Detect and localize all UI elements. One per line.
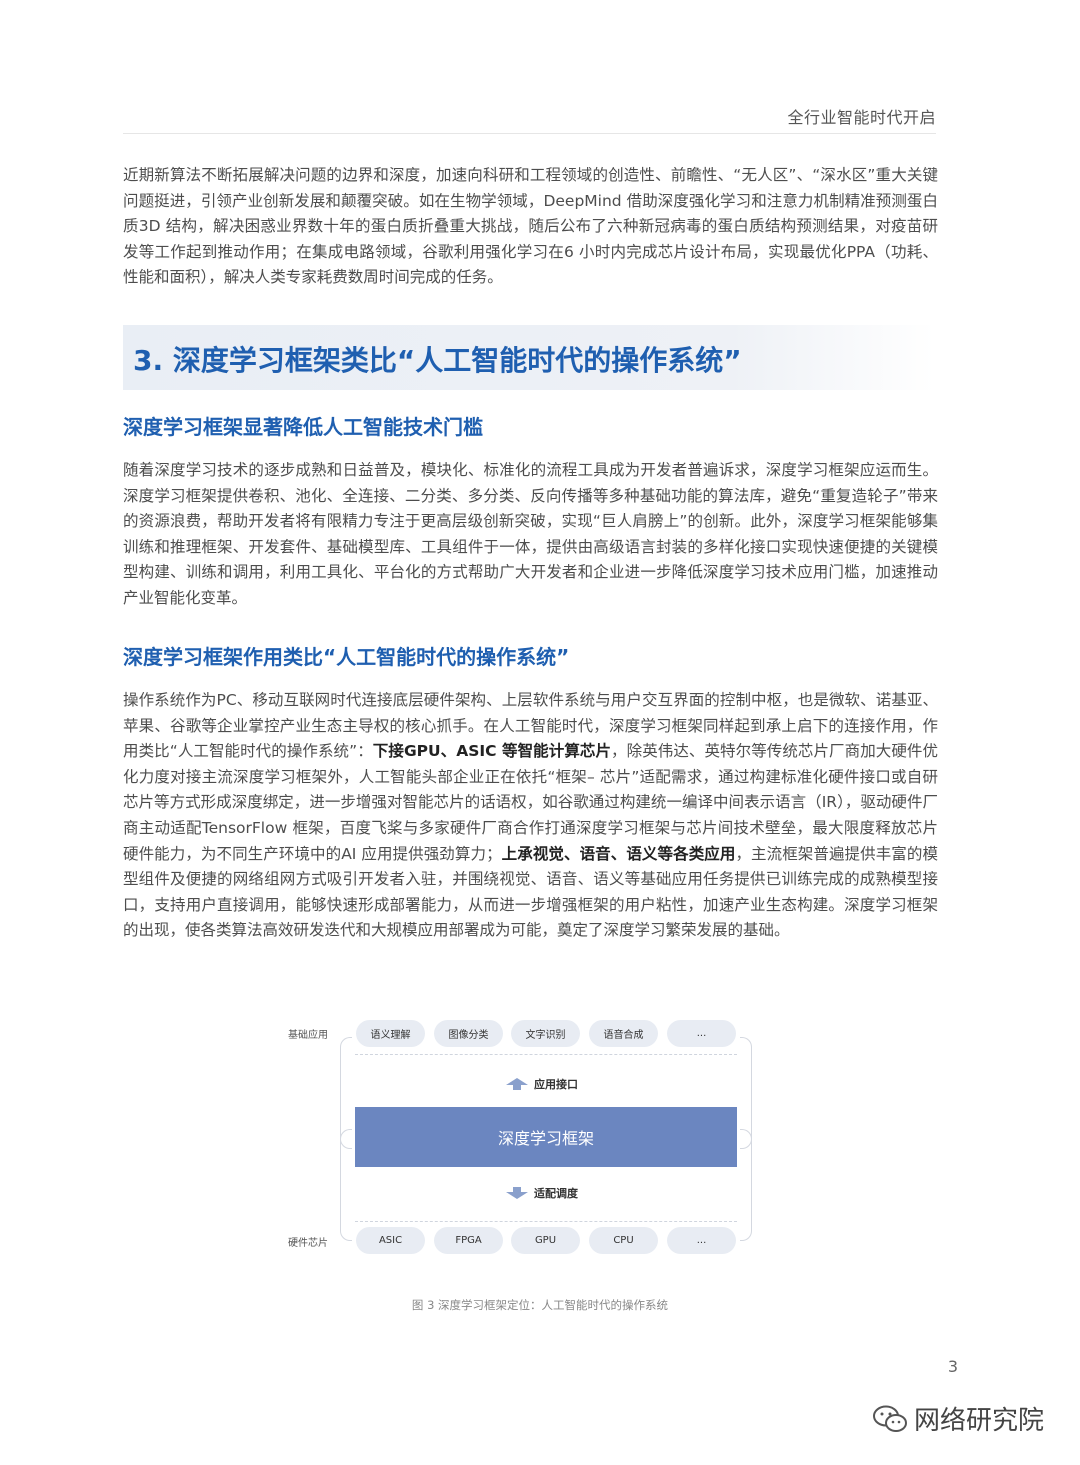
top-item: 图像分类 — [434, 1020, 503, 1047]
section-heading-box: 3. 深度学习框架类比“人工智能时代的操作系统” — [123, 325, 935, 390]
app-interface-row: 应用接口 — [506, 1076, 578, 1092]
top-item: 语义理解 — [356, 1020, 425, 1047]
bottom-item: GPU — [511, 1227, 580, 1254]
running-header: 全行业智能时代开启 — [787, 108, 936, 127]
page-number: 3 — [947, 1357, 958, 1376]
subheading-2: 深度学习框架作用类比“人工智能时代的操作系统” — [123, 645, 570, 669]
figure-caption: 图 3 深度学习框架定位：人工智能时代的操作系统 — [411, 1298, 669, 1312]
bottom-item: ... — [667, 1227, 736, 1254]
right-bracket-bottom — [740, 1129, 752, 1241]
adaptation-row: 适配调度 — [506, 1185, 578, 1201]
bottom-item: CPU — [589, 1227, 658, 1254]
top-layer-label: 基础应用 — [288, 1030, 328, 1041]
top-item: ... — [667, 1020, 736, 1047]
intro-paragraph: 近期新算法不断拓展解决问题的边界和深度，加速向科研和工程领域的创造性、前瞻性、“… — [123, 166, 938, 287]
divider-top — [355, 1054, 737, 1055]
section-title: 3. 深度学习框架类比“人工智能时代的操作系统” — [133, 344, 742, 377]
framework-position-diagram: 基础应用 语义理解 图像分类 文字识别 语音合成 ... 应用接口 深度学习框架… — [280, 1015, 752, 1265]
header-divider — [123, 133, 936, 134]
divider-bottom — [355, 1221, 737, 1222]
deep-learning-framework-block: 深度学习框架 — [355, 1107, 737, 1167]
wechat-icon — [872, 1405, 907, 1432]
bold-phrase-hardware: 下接GPU、ASIC 等智能计算芯片 — [372, 742, 612, 761]
subheading-1: 深度学习框架显著降低人工智能技术门槛 — [123, 415, 483, 439]
subsection2-paragraph: 操作系统作为PC、移动互联网时代连接底层硬件架构、上层软件系统与用户交互界面的控… — [123, 688, 938, 944]
watermark-text: 网络研究院 — [913, 1406, 1044, 1436]
subsection1-paragraph: 随着深度学习技术的逐步成熟和日益普及，模块化、标准化的流程工具成为开发者普遍诉求… — [123, 461, 938, 607]
up-arrow-icon — [506, 1078, 528, 1090]
bottom-layer-label: 硬件芯片 — [288, 1238, 328, 1249]
bottom-item: ASIC — [356, 1227, 425, 1254]
bold-phrase-applications: 上承视觉、语音、语义等各类应用 — [501, 844, 736, 863]
adaptation-label: 适配调度 — [534, 1187, 578, 1200]
watermark: 网络研究院 — [872, 1400, 1044, 1437]
left-bracket-bottom — [340, 1129, 352, 1241]
top-item: 语音合成 — [589, 1020, 658, 1047]
bottom-item: FPGA — [434, 1227, 503, 1254]
app-interface-label: 应用接口 — [534, 1078, 578, 1091]
top-item: 文字识别 — [511, 1020, 580, 1047]
down-arrow-icon — [506, 1187, 528, 1199]
